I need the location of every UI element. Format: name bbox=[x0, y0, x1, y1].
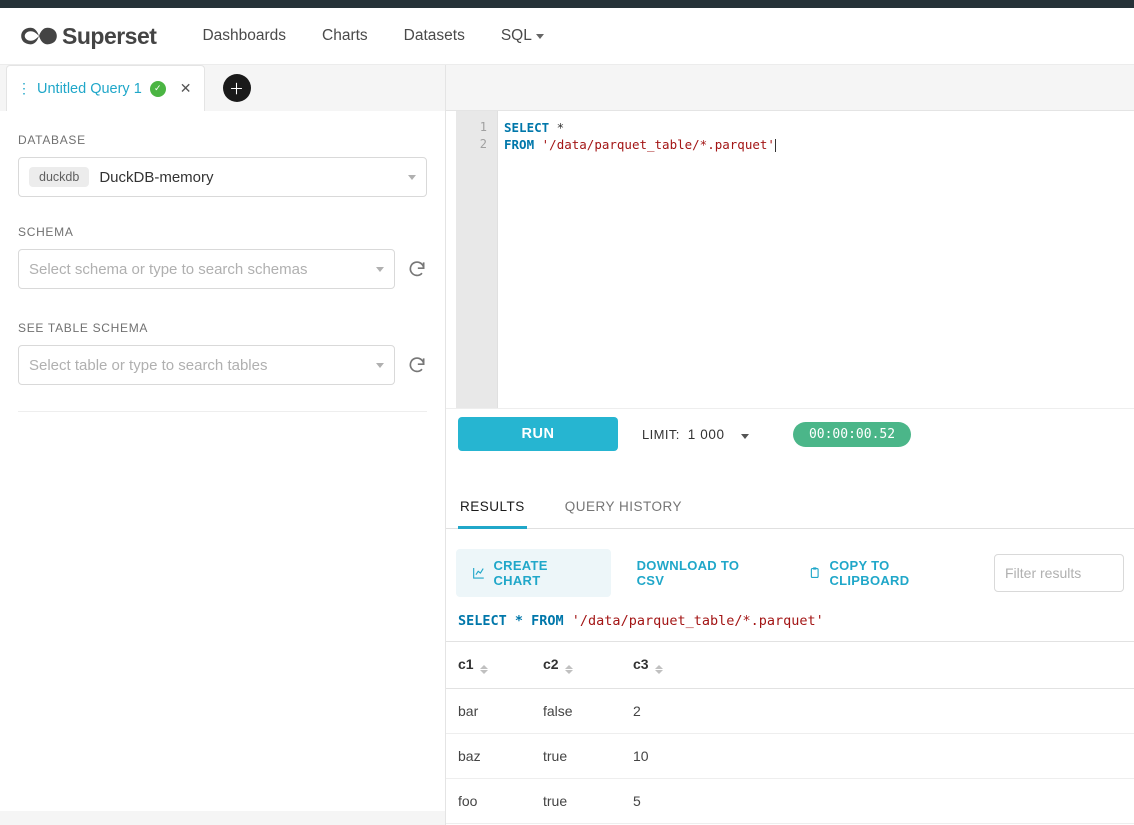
results-tabs: RESULTS QUERY HISTORY bbox=[446, 489, 1134, 529]
column-header[interactable]: c2 bbox=[531, 642, 621, 689]
tab-label: RESULTS bbox=[460, 499, 525, 514]
table-label: SEE TABLE SCHEMA bbox=[18, 321, 427, 335]
schema-placeholder: Select schema or type to search schemas bbox=[29, 261, 376, 278]
chevron-down-icon bbox=[376, 267, 384, 272]
column-header[interactable]: c3 bbox=[621, 642, 1134, 689]
button-label: DOWNLOAD TO CSV bbox=[637, 558, 766, 588]
refresh-icon[interactable] bbox=[407, 259, 427, 279]
table-placeholder: Select table or type to search tables bbox=[29, 357, 376, 374]
copy-clipboard-button[interactable]: COPY TO CLIPBOARD bbox=[792, 549, 984, 597]
plus-icon: ＋ bbox=[229, 78, 244, 99]
download-csv-button[interactable]: DOWNLOAD TO CSV bbox=[621, 549, 782, 597]
app-name: Superset bbox=[62, 23, 156, 50]
database-engine-chip: duckdb bbox=[29, 167, 89, 187]
button-label: CREATE CHART bbox=[493, 558, 594, 588]
table-select[interactable]: Select table or type to search tables bbox=[18, 345, 395, 385]
table-cell: true bbox=[531, 779, 621, 824]
tab-strip-spacer bbox=[446, 65, 1134, 111]
button-label: COPY TO CLIPBOARD bbox=[829, 558, 968, 588]
app-logo[interactable]: Superset bbox=[20, 23, 156, 50]
nav-label: Charts bbox=[322, 27, 368, 45]
schema-label: SCHEMA bbox=[18, 225, 427, 239]
table-cell: foo bbox=[446, 779, 531, 824]
line-gutter: 12 bbox=[456, 111, 498, 408]
table-row[interactable]: barfalse2 bbox=[446, 689, 1134, 734]
tab-results[interactable]: RESULTS bbox=[458, 489, 527, 529]
database-value: DuckDB-memory bbox=[99, 169, 408, 186]
create-chart-button[interactable]: CREATE CHART bbox=[456, 549, 611, 597]
clipboard-icon bbox=[808, 566, 821, 580]
nav-datasets[interactable]: Datasets bbox=[386, 27, 483, 45]
left-column: ⋮ Untitled Query 1 ✓ ✕ ＋ DATABASE duckdb… bbox=[0, 65, 446, 825]
query-tab-strip: ⋮ Untitled Query 1 ✓ ✕ ＋ bbox=[0, 65, 445, 111]
chart-icon bbox=[472, 566, 485, 580]
schema-select[interactable]: Select schema or type to search schemas bbox=[18, 249, 395, 289]
nav-charts[interactable]: Charts bbox=[304, 27, 386, 45]
workspace: ⋮ Untitled Query 1 ✓ ✕ ＋ DATABASE duckdb… bbox=[0, 65, 1134, 825]
editor-toolbar: RUN LIMIT: 1 000 00:00:00.52 bbox=[446, 408, 1134, 459]
refresh-icon[interactable] bbox=[407, 355, 427, 375]
chevron-down-icon bbox=[376, 363, 384, 368]
divider bbox=[18, 411, 427, 412]
table-cell: 2 bbox=[621, 689, 1134, 734]
title-bar-strip bbox=[0, 0, 1134, 8]
chevron-down-icon bbox=[408, 175, 416, 180]
table-cell: 10 bbox=[621, 734, 1134, 779]
sort-icon[interactable] bbox=[565, 665, 573, 674]
run-label: RUN bbox=[522, 426, 555, 442]
chevron-down-icon bbox=[536, 34, 544, 39]
nav-label: SQL bbox=[501, 27, 532, 45]
query-tab-active[interactable]: ⋮ Untitled Query 1 ✓ ✕ bbox=[6, 65, 205, 111]
nav-label: Datasets bbox=[404, 27, 465, 45]
table-cell: bar bbox=[446, 689, 531, 734]
status-success-icon: ✓ bbox=[150, 81, 166, 97]
column-header[interactable]: c1 bbox=[446, 642, 531, 689]
tab-label: QUERY HISTORY bbox=[565, 499, 682, 514]
nav-sql[interactable]: SQL bbox=[483, 27, 562, 45]
elapsed-time-badge: 00:00:00.52 bbox=[793, 422, 911, 447]
table-cell: 5 bbox=[621, 779, 1134, 824]
superset-logo-icon bbox=[20, 24, 58, 48]
right-column: 12 SELECT *FROM '/data/parquet_table/*.p… bbox=[446, 65, 1134, 825]
nav-dashboards[interactable]: Dashboards bbox=[184, 27, 304, 45]
schema-panel: DATABASE duckdb DuckDB-memory SCHEMA Sel… bbox=[0, 111, 445, 811]
code-area[interactable]: SELECT *FROM '/data/parquet_table/*.parq… bbox=[498, 111, 1134, 408]
nav-label: Dashboards bbox=[202, 27, 286, 45]
tab-title: Untitled Query 1 bbox=[37, 81, 142, 97]
results-actions: CREATE CHART DOWNLOAD TO CSV COPY TO CLI… bbox=[446, 529, 1134, 609]
filter-results-input[interactable] bbox=[994, 554, 1124, 592]
close-icon[interactable]: ✕ bbox=[180, 80, 192, 97]
limit-label: LIMIT: bbox=[642, 427, 680, 442]
database-select[interactable]: duckdb DuckDB-memory bbox=[18, 157, 427, 197]
sql-editor[interactable]: 12 SELECT *FROM '/data/parquet_table/*.p… bbox=[446, 111, 1134, 408]
table-cell: baz bbox=[446, 734, 531, 779]
limit-dropdown[interactable]: 1 000 bbox=[688, 427, 749, 442]
table-row[interactable]: baztrue10 bbox=[446, 734, 1134, 779]
database-label: DATABASE bbox=[18, 133, 427, 147]
limit-value: 1 000 bbox=[688, 427, 725, 442]
table-cell: false bbox=[531, 689, 621, 734]
sql-string: '/data/parquet_table/*.parquet' bbox=[572, 613, 824, 629]
table-row[interactable]: footrue5 bbox=[446, 779, 1134, 824]
results-table: c1c2c3 barfalse2baztrue10footrue5 bbox=[446, 641, 1134, 824]
sort-icon[interactable] bbox=[655, 665, 663, 674]
sort-icon[interactable] bbox=[480, 665, 488, 674]
run-button[interactable]: RUN bbox=[458, 417, 618, 451]
drag-handle-icon[interactable]: ⋮ bbox=[17, 80, 29, 97]
executed-sql: SELECT * FROM '/data/parquet_table/*.par… bbox=[446, 609, 1134, 641]
tab-query-history[interactable]: QUERY HISTORY bbox=[563, 489, 684, 528]
add-tab-button[interactable]: ＋ bbox=[223, 74, 251, 102]
sql-text: SELECT * FROM bbox=[458, 613, 572, 629]
main-navbar: Superset Dashboards Charts Datasets SQL bbox=[0, 8, 1134, 65]
table-cell: true bbox=[531, 734, 621, 779]
chevron-down-icon bbox=[741, 434, 749, 439]
